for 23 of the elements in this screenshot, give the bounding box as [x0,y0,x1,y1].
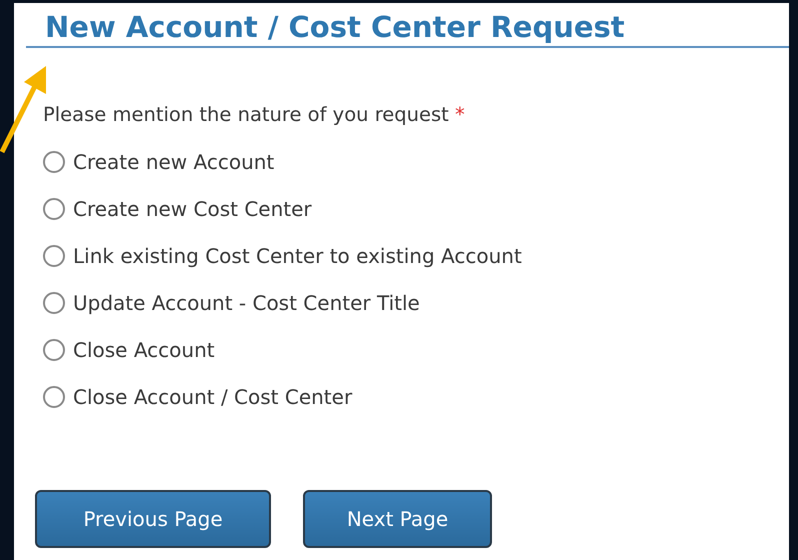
radio-option[interactable]: Link existing Cost Center to existing Account [43,232,522,280]
radio-option[interactable]: Close Account [43,326,215,374]
option-label: Close Account / Cost Center [73,387,352,407]
option-label: Close Account [73,340,215,360]
radio-button[interactable] [43,198,65,220]
radio-option[interactable]: Create new Cost Center [43,186,312,232]
option-label: Create new Account [73,152,274,172]
option-label: Update Account - Cost Center Title [73,293,420,313]
radio-option[interactable]: Update Account - Cost Center Title [43,280,420,326]
radio-option[interactable]: Close Account / Cost Center [43,374,352,420]
radio-button[interactable] [43,151,65,173]
page-button[interactable]: Previous Page [35,490,271,548]
radio-button[interactable] [43,245,65,267]
required-mark: * [455,103,465,126]
option-label: Link existing Cost Center to existing Account [73,246,522,266]
question-label: Please mention the nature of you request * [43,105,466,124]
radio-option[interactable]: Create new Account [43,138,274,186]
radio-button[interactable] [43,292,65,314]
page-title: New Account / Cost Center Request [45,13,625,46]
option-label: Create new Cost Center [73,199,312,219]
radio-button[interactable] [43,339,65,361]
radio-button[interactable] [43,386,65,408]
page-button[interactable]: Next Page [303,490,492,548]
